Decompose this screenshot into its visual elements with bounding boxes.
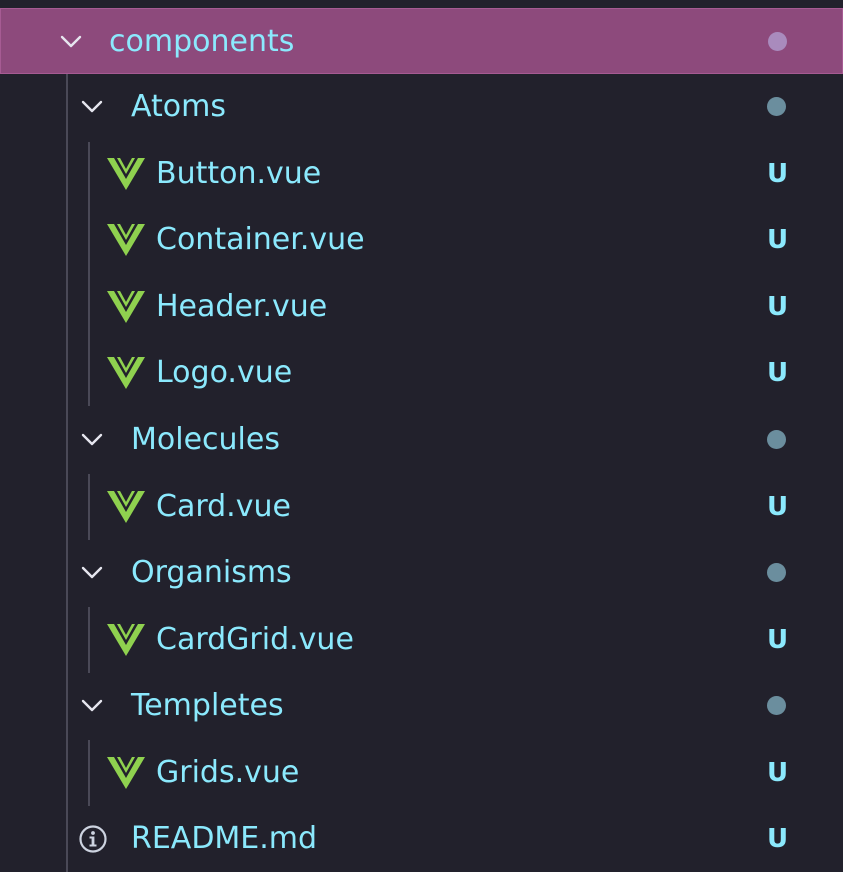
- untracked-badge: U: [767, 758, 789, 788]
- untracked-badge: U: [767, 159, 789, 189]
- untracked-badge: U: [767, 492, 789, 522]
- file-row-container-vue[interactable]: Container.vue U: [0, 207, 843, 273]
- vue-icon: [106, 340, 146, 406]
- file-row-cardgrid-vue[interactable]: CardGrid.vue U: [0, 607, 843, 673]
- vue-icon: [106, 207, 146, 273]
- vue-icon: [106, 740, 146, 806]
- vue-icon: [106, 474, 146, 540]
- file-row-header-vue[interactable]: Header.vue U: [0, 274, 843, 340]
- untracked-badge: U: [767, 225, 789, 255]
- file-label: Logo.vue: [156, 355, 293, 390]
- folder-label: Atoms: [131, 89, 226, 124]
- vue-icon: [106, 274, 146, 340]
- folder-row-molecules[interactable]: Molecules: [0, 407, 843, 473]
- chevron-down-icon[interactable]: [81, 540, 103, 606]
- file-label: Grids.vue: [156, 755, 300, 790]
- file-row-readme-md[interactable]: README.md U: [0, 806, 843, 872]
- file-label: CardGrid.vue: [156, 622, 354, 657]
- file-row-grids-vue[interactable]: Grids.vue U: [0, 740, 843, 806]
- file-label: Container.vue: [156, 222, 365, 257]
- file-row-button-vue[interactable]: Button.vue U: [0, 141, 843, 207]
- folder-label: Organisms: [131, 555, 292, 590]
- modified-dot: [767, 696, 786, 715]
- folder-row-components[interactable]: components: [0, 8, 843, 74]
- info-icon: [78, 806, 108, 872]
- untracked-badge: U: [767, 625, 789, 655]
- file-label: README.md: [131, 821, 318, 856]
- folder-row-templetes[interactable]: Templetes: [0, 673, 843, 739]
- file-label: Header.vue: [156, 289, 328, 324]
- chevron-down-icon[interactable]: [81, 407, 103, 473]
- modified-dot: [767, 430, 786, 449]
- folder-label: Templetes: [131, 688, 284, 723]
- untracked-badge: U: [767, 358, 789, 388]
- chevron-down-icon[interactable]: [81, 74, 103, 140]
- file-label: Button.vue: [156, 156, 322, 191]
- file-label: Card.vue: [156, 489, 291, 524]
- folder-label: components: [109, 24, 295, 59]
- folder-label: Molecules: [131, 422, 280, 457]
- chevron-down-icon[interactable]: [81, 673, 103, 739]
- untracked-badge: U: [767, 824, 789, 854]
- vue-icon: [106, 141, 146, 207]
- folder-row-organisms[interactable]: Organisms: [0, 540, 843, 606]
- chevron-down-icon[interactable]: [60, 9, 82, 75]
- file-row-card-vue[interactable]: Card.vue U: [0, 474, 843, 540]
- folder-row-atoms[interactable]: Atoms: [0, 74, 843, 140]
- file-explorer-tree: components Atoms Button.vue U Container.…: [0, 0, 843, 872]
- vue-icon: [106, 607, 146, 673]
- untracked-badge: U: [767, 292, 789, 322]
- modified-dot: [768, 32, 787, 51]
- file-row-logo-vue[interactable]: Logo.vue U: [0, 340, 843, 406]
- modified-dot: [767, 563, 786, 582]
- modified-dot: [767, 97, 786, 116]
